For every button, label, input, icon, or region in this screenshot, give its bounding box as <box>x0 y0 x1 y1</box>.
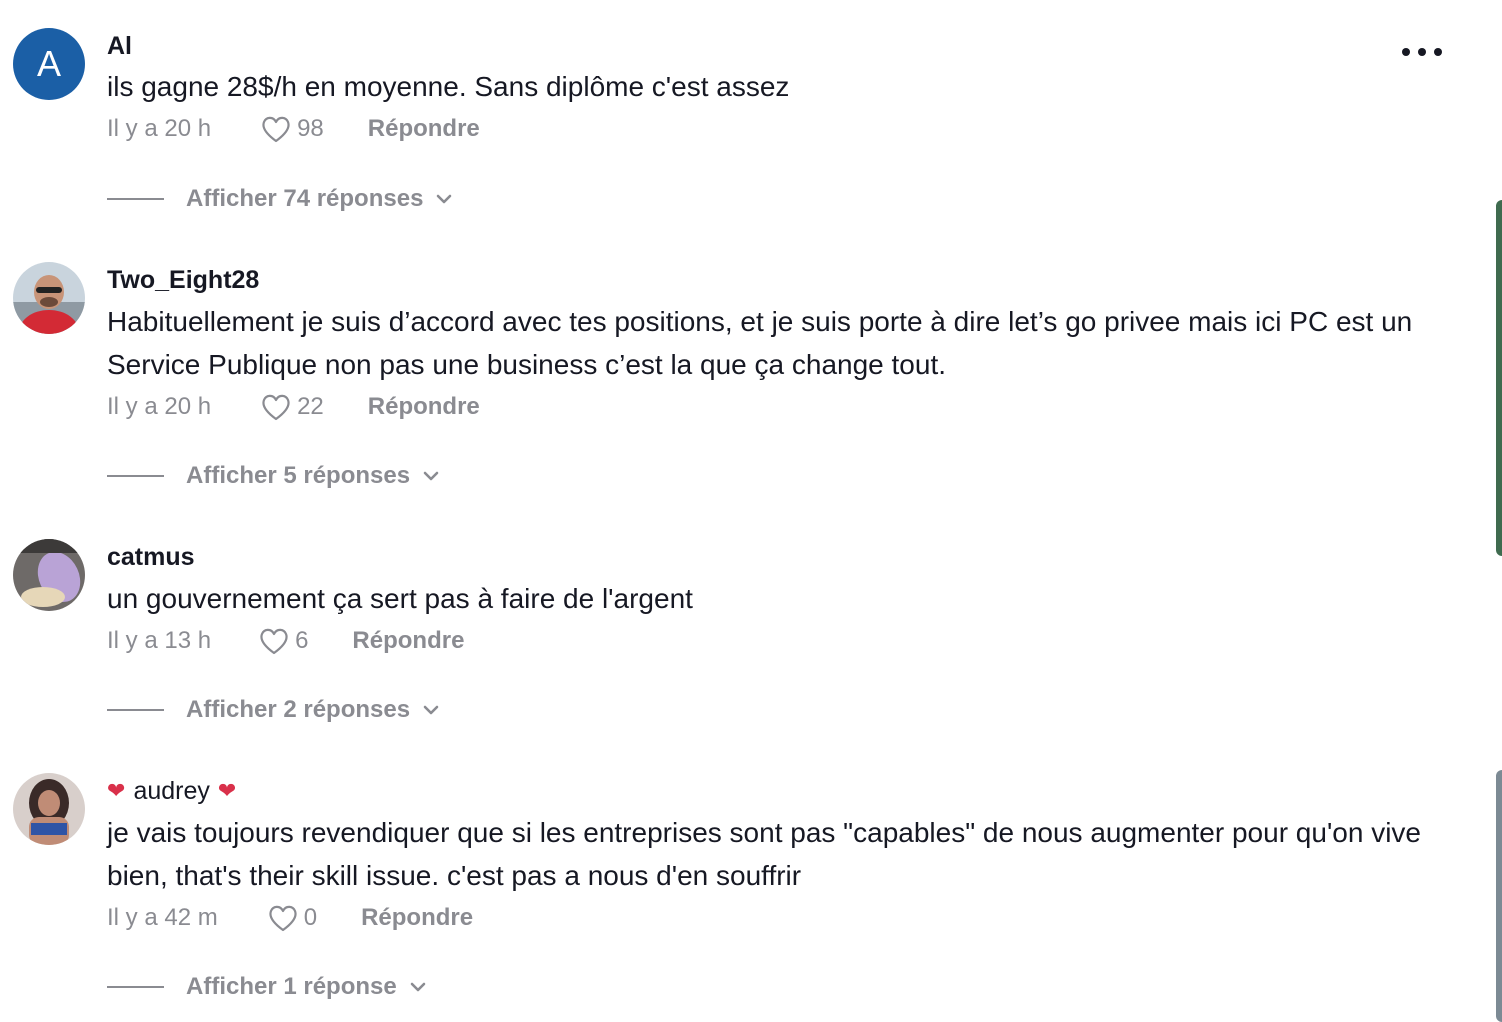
divider-line <box>107 198 164 200</box>
video-thumbnail-edge[interactable] <box>1496 200 1502 556</box>
ellipsis-icon <box>1402 48 1410 56</box>
view-replies-label: Afficher 1 réponse <box>186 973 397 1000</box>
comment-time: Il y a 13 h <box>107 627 212 654</box>
comment-username[interactable]: catmus <box>107 540 1450 574</box>
username-label: audrey <box>133 777 210 805</box>
like-count: 0 <box>303 904 318 931</box>
comment-meta: Il y a 20 h 22 Répondre <box>107 387 1450 427</box>
comment-time: Il y a 20 h <box>107 115 212 142</box>
heart-outline-icon <box>260 628 288 655</box>
comment-username[interactable]: Two_Eight28 <box>107 263 1450 297</box>
comment-text: un gouvernement ça sert pas à faire de l… <box>107 583 693 614</box>
heart-emoji-icon: ❤ <box>217 778 237 803</box>
profile-photo <box>13 773 85 845</box>
chevron-down-icon <box>423 471 439 481</box>
comment-meta: Il y a 42 m 0 Répondre <box>107 898 1450 938</box>
divider-line <box>107 986 164 988</box>
like-count: 98 <box>297 115 324 142</box>
like-button[interactable]: 98 <box>261 115 324 143</box>
ellipsis-dot <box>1418 48 1426 56</box>
ellipsis-dot <box>1434 48 1442 56</box>
heart-outline-icon <box>262 116 290 143</box>
reply-button[interactable]: Répondre <box>352 627 464 655</box>
chevron-down-icon <box>437 194 452 204</box>
like-count: 22 <box>297 393 324 420</box>
like-button[interactable]: 6 <box>259 627 308 655</box>
view-replies-button[interactable]: Afficher 5 réponses <box>107 458 440 494</box>
heart-outline-icon <box>269 905 297 932</box>
avatar[interactable] <box>13 262 85 334</box>
heart-emoji-icon: ❤ <box>107 778 126 803</box>
avatar[interactable] <box>13 539 85 611</box>
divider-line <box>107 475 164 477</box>
view-replies-button[interactable]: Afficher 2 réponses <box>107 692 440 728</box>
comment-username[interactable]: ❤ audrey ❤ <box>107 774 1450 808</box>
profile-photo <box>13 539 85 611</box>
adjacent-column-edge <box>1490 0 1502 1022</box>
heart-outline-icon <box>262 394 290 421</box>
comment-text: je vais toujours revendiquer que si les … <box>107 817 1422 891</box>
view-replies-label: Afficher 74 réponses <box>186 185 424 212</box>
view-replies-label: Afficher 5 réponses <box>186 462 411 489</box>
video-thumbnail-edge[interactable] <box>1496 770 1502 1022</box>
divider-line <box>107 709 164 711</box>
like-count: 6 <box>295 627 309 654</box>
chevron-down-icon <box>410 982 426 992</box>
more-options-button[interactable] <box>1402 40 1442 64</box>
avatar[interactable]: A <box>13 28 85 100</box>
comment-time: Il y a 42 m <box>107 904 218 931</box>
reply-button[interactable]: Répondre <box>361 904 473 932</box>
comment-username[interactable]: Al <box>107 29 1450 63</box>
avatar[interactable] <box>13 773 85 845</box>
like-button[interactable]: 0 <box>268 904 317 932</box>
chevron-down-icon <box>423 705 439 715</box>
view-replies-button[interactable]: Afficher 74 réponses <box>107 181 453 217</box>
comment-time: Il y a 20 h <box>107 393 212 420</box>
view-replies-button[interactable]: Afficher 1 réponse <box>107 969 427 1005</box>
comment-meta: Il y a 13 h 6 Répondre <box>107 621 1450 661</box>
comment-text: ils gagne 28$/h en moyenne. Sans diplôme… <box>107 71 790 102</box>
comment-meta: Il y a 20 h 98 Répondre <box>107 109 1450 149</box>
reply-button[interactable]: Répondre <box>368 115 480 143</box>
comment-text: Habituellement je suis d’accord avec tes… <box>107 306 1413 380</box>
comment-feed: A Al ils gagne 28$/h en moyenne. Sans di… <box>0 0 1502 1022</box>
like-button[interactable]: 22 <box>261 393 324 421</box>
profile-photo <box>13 262 85 334</box>
reply-button[interactable]: Répondre <box>368 393 480 421</box>
view-replies-label: Afficher 2 réponses <box>186 696 411 723</box>
